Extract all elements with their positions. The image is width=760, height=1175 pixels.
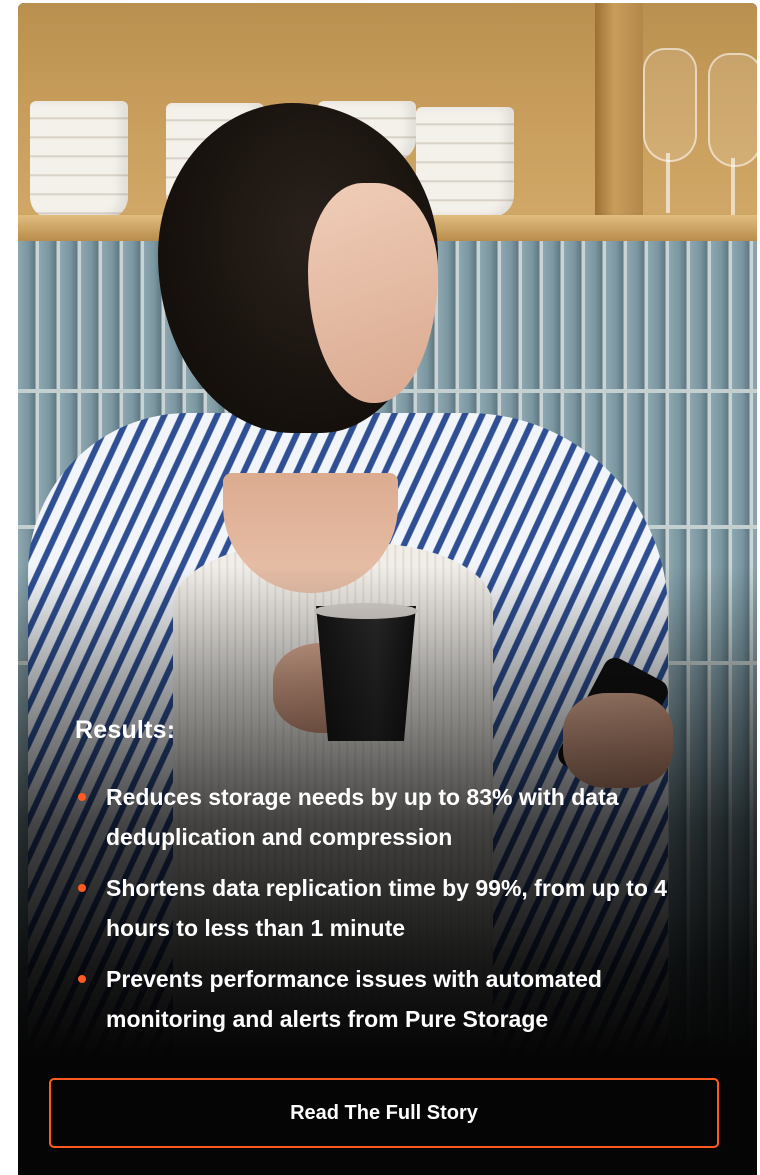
bullet-dot-icon: [78, 793, 86, 801]
bullet-dot-icon: [78, 975, 86, 983]
case-study-card: Results: Reduces storage needs by up to …: [18, 3, 757, 1175]
list-item-text: Shortens data replication time by 99%, f…: [106, 875, 668, 941]
bullet-dot-icon: [78, 884, 86, 892]
results-list: Reduces storage needs by up to 83% with …: [75, 777, 715, 1050]
list-item: Shortens data replication time by 99%, f…: [75, 868, 715, 948]
list-item: Prevents performance issues with automat…: [75, 959, 715, 1039]
list-item-text: Prevents performance issues with automat…: [106, 966, 602, 1032]
card-content: Results: Reduces storage needs by up to …: [18, 3, 757, 1175]
list-item-text: Reduces storage needs by up to 83% with …: [106, 784, 619, 850]
results-heading: Results:: [75, 716, 176, 744]
list-item: Reduces storage needs by up to 83% with …: [75, 777, 715, 857]
read-full-story-button[interactable]: Read The Full Story: [49, 1078, 719, 1148]
